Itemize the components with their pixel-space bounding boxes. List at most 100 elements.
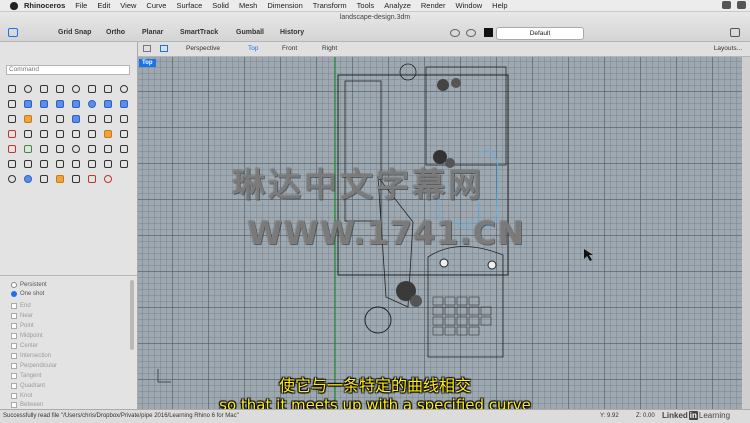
apple-icon[interactable]: [10, 1, 18, 10]
render-icon[interactable]: [20, 172, 36, 187]
render-sphere-icon[interactable]: [4, 172, 20, 187]
dimension-icon[interactable]: [100, 127, 116, 142]
group-icon[interactable]: [100, 112, 116, 127]
polygon-icon[interactable]: [4, 97, 20, 112]
layer-icon[interactable]: [36, 142, 52, 157]
show-icon[interactable]: [20, 142, 36, 157]
osnap-one-shot[interactable]: One shot: [11, 289, 44, 298]
sidebar-toggle-icon[interactable]: [8, 28, 18, 37]
sphere-icon[interactable]: [84, 97, 100, 112]
rectangle-icon[interactable]: [100, 82, 116, 97]
search-icon[interactable]: [722, 1, 731, 9]
copy-icon[interactable]: [20, 127, 36, 142]
menu-list-icon[interactable]: [737, 1, 746, 9]
material-icon[interactable]: [52, 172, 68, 187]
osnap-persistent[interactable]: Persistent: [11, 280, 47, 289]
panels-toggle-icon[interactable]: [730, 28, 740, 37]
contour-icon[interactable]: [84, 157, 100, 172]
planar-button[interactable]: Planar: [142, 29, 163, 36]
intersect-icon[interactable]: [68, 157, 84, 172]
camera-icon[interactable]: [68, 172, 84, 187]
zoom-icon[interactable]: [68, 142, 84, 157]
cylinder-icon[interactable]: [100, 97, 116, 112]
menu-mesh[interactable]: Mesh: [239, 1, 257, 10]
explode-icon[interactable]: [84, 112, 100, 127]
tab-right[interactable]: Right: [322, 45, 337, 52]
offset-icon[interactable]: [20, 112, 36, 127]
block-icon[interactable]: [4, 157, 20, 172]
array-icon[interactable]: [84, 127, 100, 142]
point-icon[interactable]: [20, 82, 36, 97]
surface-icon[interactable]: [20, 97, 36, 112]
lock-icon[interactable]: [116, 112, 132, 127]
osnap-perpendicular[interactable]: Perpendicular: [11, 361, 57, 370]
fillet-icon[interactable]: [4, 112, 20, 127]
properties-icon[interactable]: [52, 142, 68, 157]
polyline-icon[interactable]: [36, 82, 52, 97]
grid-layout-icon[interactable]: [143, 45, 151, 52]
osnap-point[interactable]: Point: [11, 321, 34, 330]
osnap-scrollbar[interactable]: [130, 280, 134, 350]
arc-icon[interactable]: [84, 82, 100, 97]
split-icon[interactable]: [52, 112, 68, 127]
menu-render[interactable]: Render: [421, 1, 446, 10]
command-input[interactable]: [6, 65, 130, 75]
single-view-icon[interactable]: [160, 45, 168, 52]
color-wheel-icon[interactable]: [84, 172, 100, 187]
gumball-button[interactable]: Gumball: [236, 29, 264, 36]
menu-help[interactable]: Help: [492, 1, 507, 10]
menu-surface[interactable]: Surface: [176, 1, 202, 10]
boolean-icon[interactable]: [116, 97, 132, 112]
layer-select[interactable]: Default: [496, 27, 584, 40]
layouts-button[interactable]: Layouts...: [714, 45, 742, 52]
viewport-scrollbar[interactable]: [742, 57, 750, 409]
project-icon[interactable]: [36, 157, 52, 172]
layer-color-swatch[interactable]: [484, 28, 493, 37]
osnap-intersection[interactable]: Intersection: [11, 351, 51, 360]
extrude-icon[interactable]: [36, 97, 52, 112]
pull-icon[interactable]: [52, 157, 68, 172]
menu-solid[interactable]: Solid: [212, 1, 229, 10]
select-arrow-icon[interactable]: [4, 82, 20, 97]
redo-icon[interactable]: [466, 29, 476, 37]
circle-icon[interactable]: [68, 82, 84, 97]
box-icon[interactable]: [68, 97, 84, 112]
loft-icon[interactable]: [52, 97, 68, 112]
osnap-near[interactable]: Near: [11, 311, 33, 320]
osnap-midpoint[interactable]: Midpoint: [11, 331, 43, 340]
blend-icon[interactable]: [116, 157, 132, 172]
menu-dimension[interactable]: Dimension: [267, 1, 302, 10]
menu-tools[interactable]: Tools: [357, 1, 375, 10]
section-icon[interactable]: [100, 157, 116, 172]
mirror-icon[interactable]: [68, 127, 84, 142]
ortho-button[interactable]: Ortho: [106, 29, 125, 36]
undo-icon[interactable]: [450, 29, 460, 37]
curve-network-icon[interactable]: [20, 157, 36, 172]
osnap-center[interactable]: Center: [11, 341, 38, 350]
menu-file[interactable]: File: [75, 1, 87, 10]
text-icon[interactable]: [116, 127, 132, 142]
rebuild-icon[interactable]: [100, 142, 116, 157]
environment-icon[interactable]: [100, 172, 116, 187]
trim-icon[interactable]: [36, 112, 52, 127]
osnap-end[interactable]: End: [11, 301, 31, 310]
grid-snap-button[interactable]: Grid Snap: [58, 29, 91, 36]
menu-view[interactable]: View: [120, 1, 136, 10]
menu-analyze[interactable]: Analyze: [384, 1, 411, 10]
menu-window[interactable]: Window: [455, 1, 482, 10]
join-icon[interactable]: [68, 112, 84, 127]
rotate-icon[interactable]: [36, 127, 52, 142]
light-icon[interactable]: [36, 172, 52, 187]
smarttrack-button[interactable]: SmartTrack: [180, 29, 218, 36]
tab-perspective[interactable]: Perspective: [186, 45, 220, 52]
ellipse-icon[interactable]: [116, 82, 132, 97]
curve-icon[interactable]: [52, 82, 68, 97]
analyze-icon[interactable]: [116, 142, 132, 157]
move-icon[interactable]: [4, 127, 20, 142]
menu-transform[interactable]: Transform: [313, 1, 347, 10]
hide-icon[interactable]: [4, 142, 20, 157]
menu-edit[interactable]: Edit: [97, 1, 110, 10]
scale-icon[interactable]: [52, 127, 68, 142]
pan-icon[interactable]: [84, 142, 100, 157]
tab-front[interactable]: Front: [282, 45, 297, 52]
